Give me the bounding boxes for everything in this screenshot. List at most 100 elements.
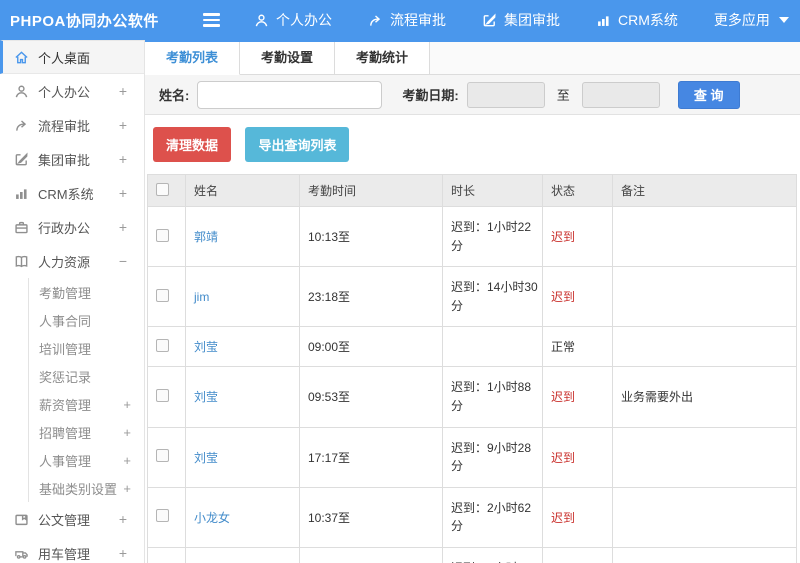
sidebar-item-workflow-approval[interactable]: 流程审批 + [0,108,144,142]
expand-icon[interactable]: + [118,511,128,527]
attendance-time: 10:54至10:54 [299,546,443,563]
status-badge: 迟到 [551,510,576,525]
note-cell: 1111 [612,546,797,563]
collapse-icon[interactable]: − [118,253,128,269]
tab-bar: 考勤列表 考勤设置 考勤统计 [145,40,800,75]
row-checkbox[interactable] [156,388,169,402]
date-to-input[interactable] [581,81,660,108]
employee-name-link[interactable]: 刘莹 [194,451,218,465]
expand-icon[interactable]: + [118,151,128,167]
row-checkbox[interactable] [156,338,169,352]
sidebar-item-personal-office[interactable]: 个人办公 + [0,74,144,108]
sidebar-item-vehicle-management[interactable]: 用车管理 + [0,536,144,563]
sidebar-subitem-label: 奖惩记录 [39,369,92,385]
sidebar-subitem-training-management[interactable]: 培训管理 [29,334,144,362]
sidebar-item-admin-office[interactable]: 行政办公 + [0,210,144,244]
expand-icon[interactable]: + [118,185,128,201]
sidebar-item-human-resources[interactable]: 人力资源 − [0,244,144,278]
export-list-button[interactable]: 导出查询列表 [245,127,350,162]
sidebar-subitem-label: 基础类别设置 [39,481,118,497]
name-input[interactable] [197,80,383,109]
sidebar-subitem-hr-contract[interactable]: 人事合同 [29,306,144,334]
edit-icon [14,151,29,167]
workflow-icon [368,13,383,28]
sidebar-item-label: 集团审批 [38,152,91,168]
col-header-time: 考勤时间 [299,174,443,207]
tab-attendance-statistics[interactable]: 考勤统计 [335,42,431,74]
sidebar-subitem-reward-punishment[interactable]: 奖惩记录 [29,362,144,390]
tab-attendance-list[interactable]: 考勤列表 [145,42,241,75]
nav-more-apps[interactable]: 更多应用 [714,10,789,30]
expand-icon[interactable]: + [123,453,131,468]
note-cell [612,486,797,548]
tab-attendance-settings[interactable]: 考勤设置 [240,42,336,74]
col-header-duration: 时长 [442,174,543,207]
employee-name-link[interactable]: 小龙女 [194,511,230,525]
nav-label: 更多应用 [713,12,770,28]
sidebar-subitem-attendance-management[interactable]: 考勤管理 [29,278,144,306]
employee-name-link[interactable]: 郭靖 [194,230,218,244]
nav-workflow-approval[interactable]: 流程审批 [368,10,446,30]
row-checkbox[interactable] [156,509,169,523]
sidebar-item-document-management[interactable]: 公文管理 + [0,502,144,536]
nav-crm-system[interactable]: CRM系统 [596,10,678,30]
caret-down-icon [778,17,789,23]
toolbar: 清理数据 导出查询列表 [145,115,800,174]
attendance-time: 10:37至 [299,486,443,548]
user-icon [254,13,269,28]
sidebar-subitem-salary-management[interactable]: 薪资管理 + [29,390,144,418]
expand-icon[interactable]: + [118,545,128,561]
sidebar-item-group-approval[interactable]: 集团审批 + [0,142,144,176]
table-row: 郭靖 10:13至 迟到：1小时22分 迟到 [147,205,797,268]
bar-chart-icon [596,13,611,28]
expand-icon[interactable]: + [123,481,131,496]
note-cell [612,266,797,328]
expand-icon[interactable]: + [118,117,128,133]
sidebar-item-label: 公文管理 [38,512,91,528]
select-all-checkbox[interactable] [156,182,169,196]
expand-icon[interactable]: + [123,397,131,412]
duration-cell: 迟到：9小时28分 [442,426,543,488]
row-checkbox[interactable] [156,228,169,242]
note-cell [612,326,797,368]
search-button[interactable]: 查 询 [677,80,740,109]
edit-icon [482,12,497,28]
sidebar-item-label: 行政办公 [38,220,91,236]
home-icon [14,50,29,65]
sidebar-subitem-recruitment-management[interactable]: 招聘管理 + [29,418,144,446]
duration-line: 迟到：2小时62分 [451,500,532,534]
row-checkbox[interactable] [156,449,169,463]
date-from-input[interactable] [466,81,545,108]
expand-icon[interactable]: + [118,83,128,99]
duration-cell: 迟到：2小时62分 [442,486,543,548]
clear-data-button[interactable]: 清理数据 [153,127,232,162]
sidebar-subitem-label: 培训管理 [39,341,92,357]
select-all-cell [147,174,186,207]
top-navigation: 个人办公 流程审批 集团审批 CRM系统 更多应用 [254,10,789,30]
sidebar-item-crm-system[interactable]: CRM系统 + [0,176,144,210]
duration-line: 迟到：1小时88分 [451,380,532,413]
name-label: 姓名: [159,88,190,103]
expand-icon[interactable]: + [118,219,128,235]
employee-name-link[interactable]: jim [194,290,209,304]
duration-line: 迟到：2小时90分 [451,559,540,563]
nav-label: 个人办公 [276,12,332,28]
employee-name-link[interactable]: 刘莹 [194,340,218,354]
col-header-note: 备注 [612,174,797,207]
sidebar-subitem-personnel-management[interactable]: 人事管理 + [29,446,144,474]
note-cell [612,426,797,488]
sidebar-subitem-basic-category-settings[interactable]: 基础类别设置 + [29,474,144,502]
sidebar-subitem-label: 人事合同 [39,313,92,329]
row-checkbox[interactable] [156,288,169,302]
nav-personal-office[interactable]: 个人办公 [254,10,332,30]
table-row: 管理员 10:54至10:54 迟到：2小时90分早退：7小时10分 迟到/早退… [147,546,797,563]
employee-name-link[interactable]: 刘莹 [194,390,218,404]
expand-icon[interactable]: + [123,425,131,440]
hamburger-menu-icon[interactable] [203,13,220,27]
nav-label: 流程审批 [390,12,446,28]
bar-chart-icon [14,186,29,201]
attendance-time: 09:53至 [299,366,443,428]
nav-group-approval[interactable]: 集团审批 [482,10,560,30]
top-header: PHPOA协同办公软件 个人办公 流程审批 集团审批 CRM系统 更多应用 [0,0,800,40]
sidebar-item-personal-desktop[interactable]: 个人桌面 [0,40,144,74]
